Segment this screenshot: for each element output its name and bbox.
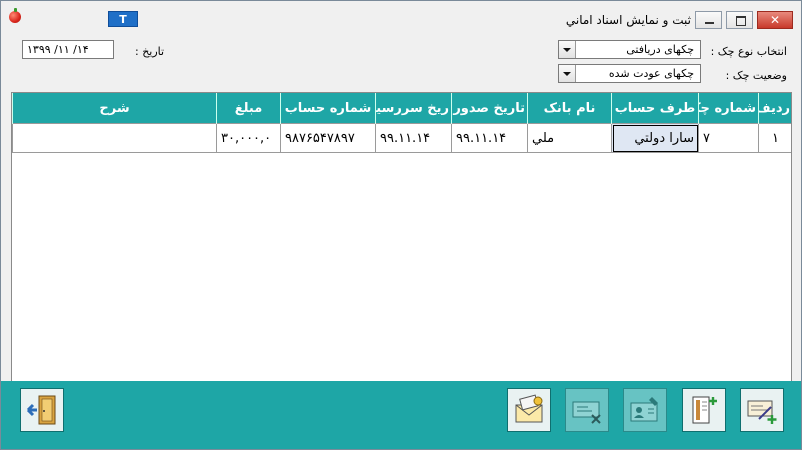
table-row[interactable]: ۱ ۷ سارا دولتي ملي ۹۹.۱۱.۱۴ ۹۹.۱۱.۱۴ ۹۸۷… — [12, 123, 791, 153]
cell-due-date[interactable]: ۹۹.۱۱.۱۴ — [375, 123, 452, 153]
t-button[interactable]: T — [108, 11, 138, 27]
envelope-check-icon — [515, 394, 543, 423]
date-field[interactable]: ۱۳۹۹ /۱۱ /۱۴ — [22, 40, 114, 59]
col-header-due-date[interactable]: ریخ سررسید — [375, 93, 452, 124]
col-header-party[interactable]: طرف حساب — [611, 93, 699, 124]
document-add-icon — [692, 396, 717, 424]
check-status-value: چکهای عودت شده — [608, 67, 694, 80]
envelope-button[interactable] — [507, 388, 551, 432]
minimize-icon — [705, 22, 714, 24]
exit-door-icon — [26, 395, 56, 425]
exit-button[interactable] — [20, 388, 64, 432]
cell-issue-date[interactable]: ۹۹.۱۱.۱۴ — [451, 123, 528, 153]
cell-check-number[interactable]: ۷ — [698, 123, 759, 153]
col-header-row-number[interactable]: ردیف — [758, 93, 791, 124]
check-type-select[interactable]: چکهای دریافتی — [558, 40, 701, 59]
chevron-down-icon[interactable] — [559, 41, 576, 58]
person-card-icon — [630, 397, 658, 422]
cell-amount[interactable]: ۳۰,۰۰۰,۰ — [216, 123, 281, 153]
add-document-button[interactable] — [682, 388, 726, 432]
main-window: T ثبت و نمایش اسناد اماني ✕ تاریخ : ۱۳۹۹… — [0, 0, 802, 450]
col-header-issue-date[interactable]: تاریخ صدور — [451, 93, 528, 124]
col-header-check-number[interactable]: شماره چک — [698, 93, 759, 124]
date-label: تاریخ : — [135, 45, 165, 58]
header-row: ردیف شماره چک طرف حساب نام بانک تاریخ صد… — [12, 93, 791, 124]
maximize-button[interactable] — [726, 11, 753, 29]
check-status-select[interactable]: چکهای عودت شده — [558, 64, 701, 83]
check-type-label: انتخاب نوع چک : — [710, 45, 787, 58]
person-card-button[interactable] — [623, 388, 667, 432]
window-title: ثبت و نمایش اسناد اماني — [565, 13, 691, 27]
cancel-check-button[interactable] — [565, 388, 609, 432]
new-check-icon — [747, 400, 777, 424]
cell-description[interactable] — [12, 123, 217, 153]
bottom-toolbar — [1, 381, 801, 449]
maximize-icon — [736, 16, 746, 26]
checks-grid[interactable]: ردیف شماره چک طرف حساب نام بانک تاریخ صد… — [11, 92, 792, 382]
col-header-description[interactable]: شرح — [12, 93, 217, 124]
check-status-label: وضعیت چک : — [725, 69, 787, 82]
cell-party[interactable]: سارا دولتي — [611, 123, 699, 153]
check-type-value: چکهای دریافتی — [626, 43, 694, 56]
col-header-account-number[interactable]: شماره حساب — [280, 93, 376, 124]
chevron-down-icon[interactable] — [559, 65, 576, 82]
new-check-button[interactable] — [740, 388, 784, 432]
app-tomato-icon — [9, 8, 21, 23]
minimize-button[interactable] — [695, 11, 722, 29]
checks-table: ردیف شماره چک طرف حساب نام بانک تاریخ صد… — [12, 93, 791, 153]
col-header-bank[interactable]: نام بانک — [527, 93, 612, 124]
col-header-amount[interactable]: مبلغ — [216, 93, 281, 124]
cancel-check-icon — [572, 401, 601, 424]
cell-account-number[interactable]: ۹۸۷۶۵۴۷۸۹۷ — [280, 123, 376, 153]
close-button[interactable]: ✕ — [757, 11, 793, 29]
title-bar: T ثبت و نمایش اسناد اماني ✕ — [1, 1, 801, 31]
cell-bank[interactable]: ملي — [527, 123, 612, 153]
close-icon: ✕ — [769, 13, 781, 27]
cell-row-number[interactable]: ۱ — [758, 123, 791, 153]
